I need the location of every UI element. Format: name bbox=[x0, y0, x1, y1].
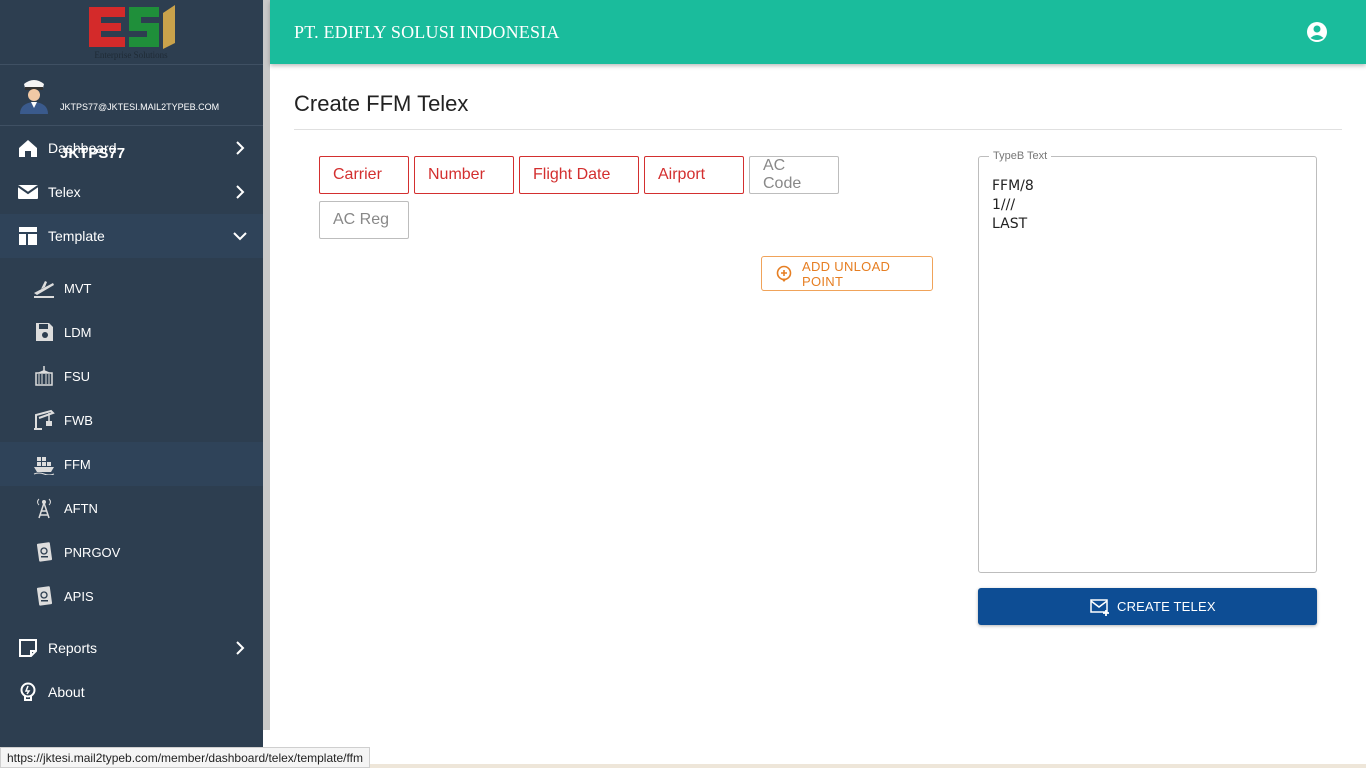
chevron-right-icon bbox=[236, 141, 245, 155]
title-divider bbox=[294, 129, 1342, 130]
create-telex-button[interactable]: CREATE TELEX bbox=[978, 588, 1317, 625]
chevron-right-icon bbox=[236, 641, 245, 655]
nav-dashboard-label: Dashboard bbox=[48, 140, 117, 156]
logo-subtitle: Enterprise Solutions bbox=[94, 50, 168, 60]
user-profile: JKTPS77 JKTPS77@JKTESI.MAIL2TYPEB.COM bbox=[0, 65, 263, 162]
passport-icon bbox=[36, 586, 53, 606]
nav-reports-label: Reports bbox=[48, 640, 98, 656]
lightbulb-icon bbox=[20, 682, 36, 701]
ac-reg-field[interactable]: AC Reg bbox=[319, 201, 409, 239]
sidebar-item-ffm[interactable]: FFM bbox=[0, 442, 263, 486]
page-title: Create FFM Telex bbox=[294, 91, 469, 116]
sidebar-item-label: APIS bbox=[64, 588, 94, 604]
sidebar-item-ldm[interactable]: LDM bbox=[0, 310, 263, 354]
sidebar-item-label: FFM bbox=[64, 456, 91, 472]
ac-code-field[interactable]: AC Code bbox=[749, 156, 839, 194]
status-bar-url: https://jktesi.mail2typeb.com/member/das… bbox=[0, 747, 370, 768]
create-telex-label: CREATE TELEX bbox=[1117, 599, 1216, 614]
home-icon bbox=[19, 140, 37, 157]
typeb-content: FFM/8 1/// LAST bbox=[992, 178, 1034, 232]
account-circle-icon[interactable] bbox=[1306, 21, 1328, 43]
sidebar-item-fsu[interactable]: FSU bbox=[0, 354, 263, 398]
sidebar: Enterprise Solutions JKTPS77 JKTPS77@JKT… bbox=[0, 0, 263, 768]
passport-icon bbox=[36, 542, 53, 562]
sidebar-item-pnrgov[interactable]: PNRGOV bbox=[0, 530, 263, 574]
nav-about[interactable]: About bbox=[0, 670, 263, 714]
airport-placeholder: Airport bbox=[658, 166, 706, 183]
typeb-text-area[interactable]: TypeB Text FFM/8 1/// LAST bbox=[978, 150, 1317, 573]
chevron-right-icon bbox=[236, 185, 245, 199]
add-unload-point-button[interactable]: ADD UNLOAD POINT bbox=[761, 256, 933, 291]
top-bar: PT. EDIFLY SOLUSI INDONESIA bbox=[270, 0, 1366, 64]
flight-date-placeholder: Flight Date bbox=[533, 166, 611, 183]
ac-reg-placeholder: AC Reg bbox=[333, 211, 390, 228]
sidebar-item-fwb[interactable]: FWB bbox=[0, 398, 263, 442]
main-content: Create FFM Telex Carrier Number Flight D… bbox=[270, 64, 1366, 764]
nav-template-label: Template bbox=[48, 228, 105, 244]
mail-add-icon bbox=[1090, 599, 1109, 616]
save-disk-icon bbox=[36, 323, 53, 341]
template-icon bbox=[19, 227, 37, 245]
carrier-field[interactable]: Carrier bbox=[319, 156, 409, 194]
mail-icon bbox=[17, 185, 39, 199]
carrier-placeholder: Carrier bbox=[333, 166, 382, 183]
sidebar-item-apis[interactable]: APIS bbox=[0, 574, 263, 618]
pilot-avatar bbox=[20, 80, 48, 114]
add-location-icon bbox=[776, 265, 792, 282]
nav-telex-label: Telex bbox=[48, 184, 81, 200]
crane-icon bbox=[34, 409, 55, 430]
container-icon bbox=[35, 366, 53, 386]
sidebar-scrollbar[interactable] bbox=[263, 0, 270, 730]
nav-reports[interactable]: Reports bbox=[0, 626, 263, 670]
ac-code-placeholder: AC Code bbox=[763, 157, 802, 192]
company-name: PT. EDIFLY SOLUSI INDONESIA bbox=[294, 22, 560, 42]
nav-dashboard[interactable]: Dashboard bbox=[0, 126, 263, 170]
typeb-legend: TypeB Text bbox=[989, 150, 1052, 162]
sidebar-item-label: PNRGOV bbox=[64, 544, 121, 560]
antenna-tower-icon bbox=[37, 498, 51, 519]
logo-area: Enterprise Solutions bbox=[0, 0, 263, 65]
sidebar-item-mvt[interactable]: MVT bbox=[0, 266, 263, 310]
nav-about-label: About bbox=[48, 684, 85, 700]
cargo-ship-icon bbox=[33, 457, 55, 475]
note-icon bbox=[19, 639, 37, 657]
nav-telex[interactable]: Telex bbox=[0, 170, 263, 214]
esi-logo bbox=[85, 3, 178, 51]
sidebar-item-label: MVT bbox=[64, 280, 92, 296]
add-unload-point-label: ADD UNLOAD POINT bbox=[802, 258, 891, 289]
airport-field[interactable]: Airport bbox=[644, 156, 744, 194]
sidebar-item-label: FSU bbox=[64, 368, 90, 384]
plane-takeoff-icon bbox=[34, 281, 54, 298]
sidebar-item-aftn[interactable]: AFTN bbox=[0, 486, 263, 530]
number-field[interactable]: Number bbox=[414, 156, 514, 194]
user-email: JKTPS77@JKTESI.MAIL2TYPEB.COM bbox=[60, 102, 220, 112]
chevron-down-icon bbox=[233, 232, 247, 241]
sidebar-item-label: FWB bbox=[64, 412, 93, 428]
flight-date-field[interactable]: Flight Date bbox=[519, 156, 639, 194]
sidebar-item-label: AFTN bbox=[64, 500, 98, 516]
number-placeholder: Number bbox=[428, 166, 485, 183]
sidebar-item-label: LDM bbox=[64, 324, 92, 340]
nav-template[interactable]: Template bbox=[0, 214, 263, 258]
